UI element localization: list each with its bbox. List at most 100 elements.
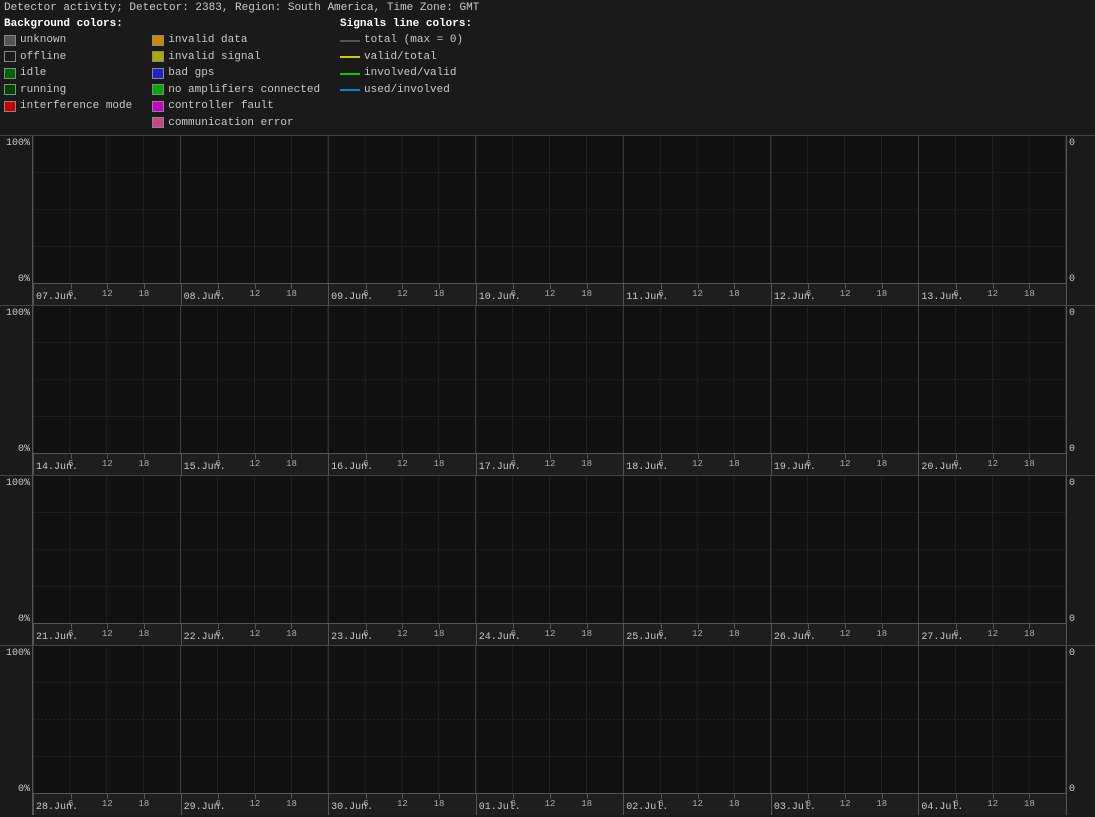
day-label-0-1: 08.Jun. (184, 292, 226, 303)
hour-label-0-3-12: 12 (545, 289, 556, 299)
legend-comm-error-label: communication error (168, 115, 293, 132)
day-label-3-3: 01.Jul. (479, 802, 521, 813)
legend-used-involved: used/involved (340, 82, 472, 99)
day-label-0-0: 07.Jun. (36, 292, 78, 303)
legend-total: total (max = 0) (340, 32, 472, 49)
day-segment-2-6: 6121827.Jun. (918, 624, 1066, 645)
legend-running-label: running (20, 82, 66, 99)
day-label-1-3: 17.Jun. (479, 462, 521, 473)
y-axis-right-3: 0 0 (1067, 646, 1095, 815)
day-label-2-1: 22.Jun. (184, 632, 226, 643)
legend-offline-box (4, 51, 16, 62)
legend-valid-total-line (340, 56, 360, 58)
y-right-bottom-1: 0 (1069, 444, 1075, 455)
day-label-1-0: 14.Jun. (36, 462, 78, 473)
day-label-2-6: 27.Jun. (921, 632, 963, 643)
day-segment-0-0: 6121807.Jun. (33, 284, 181, 305)
day-segment-2-0: 6121821.Jun. (33, 624, 181, 645)
day-segment-1-0: 6121814.Jun. (33, 454, 181, 475)
day-segment-2-3: 6121824.Jun. (476, 624, 624, 645)
hour-label-0-4-18: 18 (729, 289, 740, 299)
hour-label-1-3-12: 12 (545, 459, 556, 469)
legend-bg-title: Background colors: (4, 18, 132, 30)
day-label-3-0: 28.Jun. (36, 802, 78, 813)
hour-label-2-5-12: 12 (840, 629, 851, 639)
hour-label-3-5-12: 12 (840, 799, 851, 809)
legend-total-line (340, 40, 360, 42)
hour-label-3-2-18: 18 (434, 799, 445, 809)
chart-row-3: 100% 0% 6121828.Jun.6121829.Jun.6121830.… (0, 645, 1095, 815)
day-segment-1-2: 6121816.Jun. (328, 454, 476, 475)
day-segment-1-5: 6121819.Jun. (771, 454, 919, 475)
legend-comm-error-box (152, 117, 164, 128)
hour-label-2-4-18: 18 (729, 629, 740, 639)
day-segment-1-6: 6121820.Jun. (918, 454, 1066, 475)
y-right-bottom-2: 0 (1069, 614, 1075, 625)
legend-sig-title: Signals line colors: (340, 18, 472, 30)
legend-bad-gps-label: bad gps (168, 65, 214, 82)
day-label-2-0: 21.Jun. (36, 632, 78, 643)
day-label-3-2: 30.Jun. (331, 802, 373, 813)
y-top-1: 100% (6, 308, 30, 319)
header-title: Detector activity; Detector: 2383, Regio… (4, 2, 479, 14)
day-segment-3-3: 6121801.Jul. (476, 794, 624, 815)
legend-ctrl-fault-label: controller fault (168, 98, 274, 115)
legend-invalid-data-box (152, 35, 164, 46)
legend-invalid-data-label: invalid data (168, 32, 247, 49)
hour-label-2-6-12: 12 (987, 629, 998, 639)
hour-label-2-4-12: 12 (692, 629, 703, 639)
day-segment-1-3: 6121817.Jun. (476, 454, 624, 475)
hour-label-0-1-12: 12 (249, 289, 260, 299)
charts-container: 100% 0% 6121807.Jun.6121808.Jun.6121809.… (0, 135, 1095, 815)
legend-offline: offline (4, 49, 132, 66)
day-label-1-4: 18.Jun. (626, 462, 668, 473)
day-segment-0-2: 6121809.Jun. (328, 284, 476, 305)
legend-involved-valid-label: involved/valid (364, 65, 456, 82)
hour-label-3-6-12: 12 (987, 799, 998, 809)
y-top-2: 100% (6, 478, 30, 489)
day-label-2-3: 24.Jun. (479, 632, 521, 643)
chart-row-0: 100% 0% 6121807.Jun.6121808.Jun.6121809.… (0, 135, 1095, 305)
day-segment-1-4: 6121818.Jun. (623, 454, 771, 475)
legend-valid-total-label: valid/total (364, 49, 437, 66)
legend-involved-valid-line (340, 73, 360, 75)
legend-offline-label: offline (20, 49, 66, 66)
day-segment-3-6: 6121804.Jul. (918, 794, 1066, 815)
day-segment-3-5: 6121803.Jul. (771, 794, 919, 815)
legend-idle-box (4, 68, 16, 79)
hour-label-0-6-18: 18 (1024, 289, 1035, 299)
x-axis-2: 6121821.Jun.6121822.Jun.6121823.Jun.6121… (33, 623, 1066, 645)
chart-bg-3 (33, 646, 1066, 793)
legend-interference: interference mode (4, 98, 132, 115)
y-bottom-0: 0% (18, 274, 30, 285)
legend-invalid-signal: invalid signal (152, 49, 320, 66)
legend-idle: idle (4, 65, 132, 82)
day-label-0-5: 12.Jun. (774, 292, 816, 303)
hour-label-0-5-18: 18 (876, 289, 887, 299)
legend-bad-gps-box (152, 68, 164, 79)
y-right-top-0: 0 (1069, 138, 1075, 149)
legend-used-involved-line (340, 89, 360, 91)
day-label-2-4: 25.Jun. (626, 632, 668, 643)
hour-label-3-5-18: 18 (876, 799, 887, 809)
hour-label-2-0-18: 18 (139, 629, 150, 639)
legend-valid-total: valid/total (340, 49, 472, 66)
hour-label-0-4-12: 12 (692, 289, 703, 299)
day-label-1-2: 16.Jun. (331, 462, 373, 473)
day-segment-3-2: 6121830.Jun. (328, 794, 476, 815)
legend-idle-label: idle (20, 65, 46, 82)
legend-unknown: unknown (4, 32, 132, 49)
day-segment-0-6: 6121813.Jun. (918, 284, 1066, 305)
hour-label-1-2-18: 18 (434, 459, 445, 469)
hour-label-2-2-18: 18 (434, 629, 445, 639)
legend-mid-title (152, 18, 320, 30)
hour-label-0-2-12: 12 (397, 289, 408, 299)
hour-label-0-5-12: 12 (840, 289, 851, 299)
legend-running-box (4, 84, 16, 95)
hour-label-1-0-12: 12 (102, 459, 113, 469)
hour-label-3-0-18: 18 (139, 799, 150, 809)
legend-bg-col: Background colors: unknown offline idle … (4, 18, 132, 131)
legend-no-amp-box (152, 84, 164, 95)
legend-mid-col: invalid data invalid signal bad gps no a… (152, 18, 320, 131)
y-axis-left-2: 100% 0% (0, 476, 32, 645)
